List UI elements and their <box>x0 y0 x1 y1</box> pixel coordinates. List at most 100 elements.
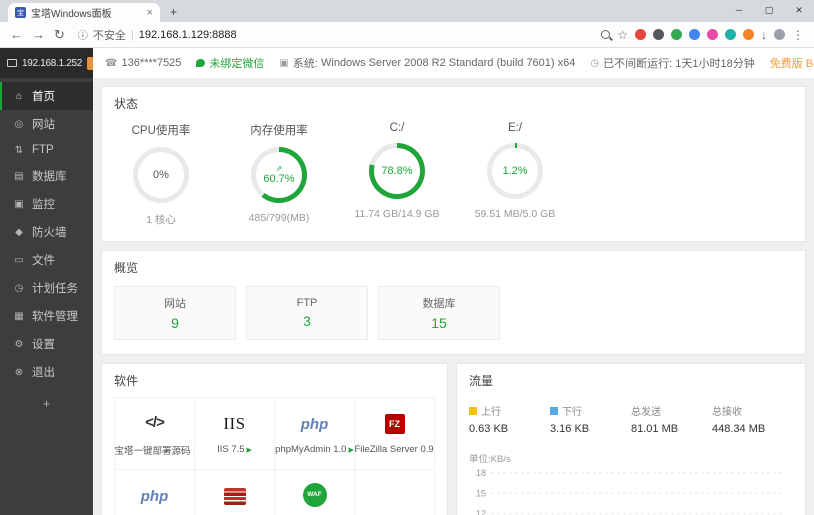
forward-icon[interactable]: → <box>32 27 45 42</box>
sidebar-item-firewall[interactable]: ◆ 防火墙 <box>0 218 93 246</box>
system-icon: ▣ <box>279 57 289 69</box>
gauge-sub: 11.74 GB/14.9 GB <box>354 208 440 220</box>
extension-icon-dark[interactable] <box>653 29 664 40</box>
tab-close-icon[interactable]: × <box>147 7 153 19</box>
system-label: 系统: <box>292 58 318 70</box>
software-item[interactable]: IIS IIS 7.5 ▶ <box>195 398 275 470</box>
software-item-label: phpMyAdmin 1.0 ▶ <box>275 444 354 455</box>
traffic-stat: 总接收 448.34 MB <box>712 403 793 435</box>
sidebar-item-site[interactable]: ◎ 网站 <box>0 110 93 138</box>
overview-value: 3 <box>303 313 311 329</box>
sidebar-item-ftp[interactable]: ⇅ FTP <box>0 138 93 162</box>
overview-boxes: 网站 9 FTP 3 数据库 15 <box>102 282 805 354</box>
extension-icon-orange[interactable] <box>743 29 754 40</box>
browser-titlebar: 宝 宝塔Windows面板 × + ─ ▢ ✕ <box>0 0 814 22</box>
gauge-ring-memory[interactable]: ⇗ 60.7% <box>251 147 307 203</box>
traffic-area-chart: 1815129630 <box>476 468 783 515</box>
gauge-ring-disk-e[interactable]: 1.2% <box>487 143 543 199</box>
extension-icon-blue[interactable] <box>689 29 700 40</box>
panel-topbar: ☎ 136****7525 未绑定微信 ▣ 系统: Windows Server 2… <box>93 48 814 78</box>
clock-icon: ◷ <box>590 57 600 69</box>
sidebar-item-label: 网站 <box>32 119 55 131</box>
download-icon[interactable]: ↓ <box>761 29 767 41</box>
software-item[interactable]: WAF宝塔IIS防火墙 1.0▶ <box>275 470 355 515</box>
svg-text:18: 18 <box>476 468 486 478</box>
profile-icon[interactable] <box>774 29 785 40</box>
settings-icon: ⚙ <box>14 338 24 350</box>
bookmark-star-icon[interactable]: ☆ <box>617 29 628 41</box>
overview-panel: 概览 网站 9 FTP 3 数据库 15 <box>101 250 806 355</box>
phone-icon: ☎ <box>105 57 118 69</box>
sidebar-add-button[interactable]: + <box>0 386 93 421</box>
overview-label: 数据库 <box>422 298 456 310</box>
overview-label: 网站 <box>164 298 186 310</box>
system-info: ▣ 系统: Windows Server 2008 R2 Standard (bu… <box>279 55 575 71</box>
version-label: 免费版 Beta 6.0.0 <box>769 58 814 70</box>
info-icon[interactable]: ⓘ <box>78 27 88 42</box>
sidebar-menu: ⌂ 首页 ◎ 网站 ⇅ FTP ▤ 数据库 ▣ 监控 ◆ 防火墙 ▭ 文件 ◷ 计划任务 ▦ 软件管理 ⚙ 设置 ⊗ 退出 <box>0 78 93 386</box>
extension-icon-green[interactable] <box>671 29 682 40</box>
extension-icon-red[interactable] <box>635 29 646 40</box>
overview-box-ftp[interactable]: FTP 3 <box>246 286 368 340</box>
sidebar-item-logout[interactable]: ⊗ 退出 <box>0 358 93 386</box>
search-extension-icon[interactable] <box>601 30 611 39</box>
sidebar-item-database[interactable]: ▤ 数据库 <box>0 162 93 190</box>
sidebar-item-files[interactable]: ▭ 文件 <box>0 246 93 274</box>
traffic-stat-value: 81.01 MB <box>631 423 679 435</box>
redis-icon <box>223 484 246 508</box>
overview-box-database[interactable]: 数据库 15 <box>378 286 500 340</box>
overview-box-site[interactable]: 网站 9 <box>114 286 236 340</box>
sidebar-item-cron[interactable]: ◷ 计划任务 <box>0 274 93 302</box>
gauge-disk-c: C:/ 78.8% 11.74 GB/14.9 GB <box>338 122 456 227</box>
wechat-icon <box>196 59 206 67</box>
traffic-stat: 上行 0.63 KB <box>469 403 550 435</box>
software-item-label: FileZilla Server 0.9.41▶ <box>355 444 434 455</box>
gauge-ring-disk-c[interactable]: 78.8% <box>369 143 425 199</box>
software-item[interactable]: php phpMyAdmin 1.0 ▶ <box>275 398 355 470</box>
software-panel: 软件 </> 宝塔一键部署源码 1.0▶ IIS IIS 7.5▶ php phpMyAd… <box>101 363 448 515</box>
memory-free-icon[interactable]: ⇗ <box>276 164 283 174</box>
software-item[interactable]: phpPHP-5.2▶ <box>115 470 195 515</box>
extension-icon-pink[interactable] <box>707 29 718 40</box>
sidebar-item-home[interactable]: ⌂ 首页 <box>0 82 93 110</box>
menu-icon[interactable]: ⋮ <box>792 29 804 41</box>
address-bar[interactable]: ⓘ 不安全 | 192.168.1.129:8888 <box>74 27 592 43</box>
gauge-inner: 0% <box>138 152 184 198</box>
sidebar-item-settings[interactable]: ⚙ 设置 <box>0 330 93 358</box>
gauge-disk-e: E:/ 1.2% 59.51 MB/5.0 GB <box>456 122 574 227</box>
minimize-button[interactable]: ─ <box>724 0 754 20</box>
php-icon: php <box>300 415 329 433</box>
sidebar-item-label: 首页 <box>32 91 55 103</box>
software-item-label: 宝塔一键部署源码 1.0▶ <box>115 445 194 457</box>
software-item[interactable]: </> 宝塔一键部署源码 1.0▶ <box>115 398 195 470</box>
back-icon[interactable]: ← <box>10 27 23 42</box>
security-label: 不安全 <box>92 29 126 42</box>
svg-text:15: 15 <box>476 488 486 498</box>
gauge-value: 60.7% <box>263 173 295 186</box>
wechat-bind-link[interactable]: 未绑定微信 <box>196 55 264 71</box>
uptime-info: ◷ 已不间断运行: 1天1小时18分钟 <box>590 55 754 71</box>
sidebar-item-software[interactable]: ▦ 软件管理 <box>0 302 93 330</box>
gauge-ring-cpu[interactable]: 0% <box>133 147 189 203</box>
phone-info[interactable]: ☎ 136****7525 <box>105 57 181 69</box>
new-tab-button[interactable]: + <box>170 5 177 19</box>
software-item[interactable]: FZ FileZilla Server 0.9.41▶ <box>355 398 435 470</box>
sidebar-item-monitor[interactable]: ▣ 监控 <box>0 190 93 218</box>
gauge-label: E:/ <box>507 122 523 134</box>
gauge-memory: 内存使用率 ⇗ 60.7% 485/799(MB) <box>220 122 338 227</box>
browser-tab[interactable]: 宝 宝塔Windows面板 × <box>8 3 160 22</box>
close-button[interactable]: ✕ <box>784 0 814 20</box>
status-panel-title: 状态 <box>114 97 139 111</box>
system-value: Windows Server 2008 R2 Standard (build 7… <box>321 57 576 69</box>
refresh-icon[interactable]: ↻ <box>54 27 65 43</box>
extension-icon-teal[interactable] <box>725 29 736 40</box>
maximize-button[interactable]: ▢ <box>754 0 784 20</box>
software-item[interactable]: redis 1.0▶ <box>195 470 275 515</box>
nav-extension-icons: ☆ ↓ ⋮ <box>601 29 804 41</box>
sidebar-item-label: 防火墙 <box>32 227 67 239</box>
traffic-stat: 下行 3.16 KB <box>550 403 631 435</box>
code-icon: </> <box>145 414 165 431</box>
php-icon: php <box>140 487 169 505</box>
server-info[interactable]: 192.168.1.252 <box>0 48 99 78</box>
software-empty-cell <box>355 470 435 515</box>
